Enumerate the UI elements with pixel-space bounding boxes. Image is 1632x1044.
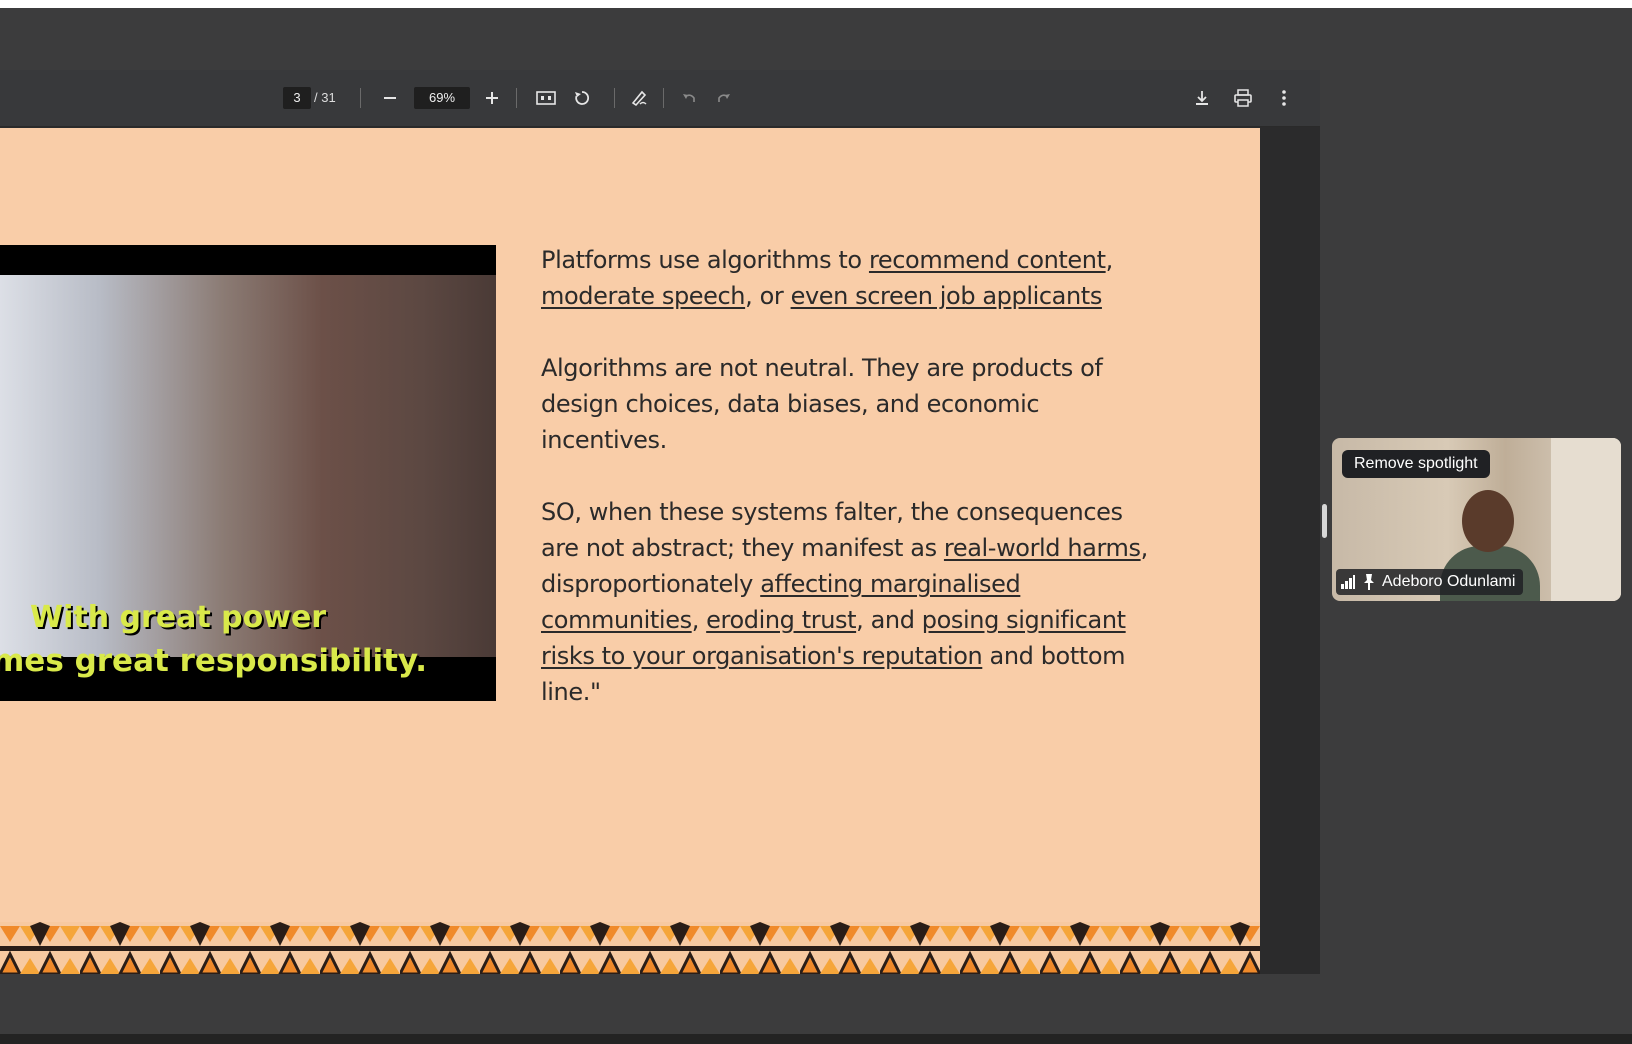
fit-page-icon [536, 91, 556, 105]
image-caption-line-1: With great power [30, 600, 327, 635]
tribal-pattern-border [0, 922, 1260, 974]
redo-icon [718, 94, 730, 102]
text-run: Platforms use algorithms to [541, 246, 869, 274]
annotate-icon [631, 90, 647, 107]
text-run: , or [745, 282, 791, 310]
undo-icon [683, 94, 695, 102]
underlined-phrase: even screen job applicants [790, 282, 1103, 310]
undo-button[interactable] [675, 84, 703, 112]
background-wall [1551, 438, 1621, 601]
more-options-button[interactable] [1270, 84, 1298, 112]
participant-tile[interactable]: Remove spotlight Adeboro Odunlami [1332, 438, 1621, 601]
page-number-input[interactable]: 3 [283, 87, 311, 109]
underlined-phrase: real-world harms [943, 534, 1141, 562]
paragraph-2: Algorithms are not neutral. They are pro… [541, 354, 1103, 454]
underlined-phrase: eroding trust [706, 606, 857, 634]
signal-bars-icon [1341, 575, 1355, 589]
underlined-phrase: recommend content [868, 246, 1106, 274]
top-strip [0, 0, 1632, 8]
movie-still-image: With great power mes great responsibilit… [0, 245, 496, 701]
print-button[interactable] [1229, 84, 1257, 112]
download-icon [1196, 91, 1208, 105]
underlined-phrase: moderate speech [541, 282, 746, 310]
annotate-button[interactable] [625, 84, 653, 112]
zoom-in-button[interactable] [478, 84, 506, 112]
pin-icon [1364, 574, 1374, 590]
zoom-input[interactable]: 69% [414, 87, 470, 109]
download-button[interactable] [1188, 84, 1216, 112]
paragraph-1: Platforms use algorithms to recommend co… [541, 242, 1161, 314]
toolbar-divider [516, 88, 517, 108]
toolbar-divider [360, 88, 361, 108]
rotate-icon [575, 91, 590, 105]
pdf-toolbar: 3 / 31 69% [0, 70, 1320, 127]
redo-button[interactable] [710, 84, 738, 112]
page-total: / 31 [314, 90, 336, 105]
plus-icon [486, 92, 498, 104]
zoom-out-button[interactable] [376, 84, 404, 112]
viewer-gutter [1260, 128, 1320, 974]
tile-resize-handle[interactable] [1322, 504, 1327, 538]
toolbar-divider [663, 88, 664, 108]
text-run: , [691, 606, 707, 634]
paragraph-3: SO, when these systems falter, the conse… [541, 494, 1161, 710]
remove-spotlight-button[interactable]: Remove spotlight [1342, 450, 1490, 478]
participant-name-bar: Adeboro Odunlami [1336, 569, 1524, 595]
toolbar-divider [614, 88, 615, 108]
rotate-button[interactable] [568, 84, 596, 112]
print-icon [1234, 89, 1252, 107]
taskbar-edge [0, 1034, 1632, 1044]
image-caption-line-2: mes great responsibility. [0, 643, 428, 679]
fit-page-button[interactable] [532, 84, 560, 112]
more-vert-icon [1282, 90, 1286, 106]
text-run: , [1105, 246, 1114, 274]
minus-icon [384, 97, 396, 99]
pdf-page: With great power mes great responsibilit… [0, 128, 1260, 974]
text-run: , and [856, 606, 922, 634]
participant-name: Adeboro Odunlami [1382, 573, 1516, 590]
slide-body-text: Platforms use algorithms to recommend co… [541, 242, 1161, 746]
participant-video-head [1462, 490, 1514, 552]
